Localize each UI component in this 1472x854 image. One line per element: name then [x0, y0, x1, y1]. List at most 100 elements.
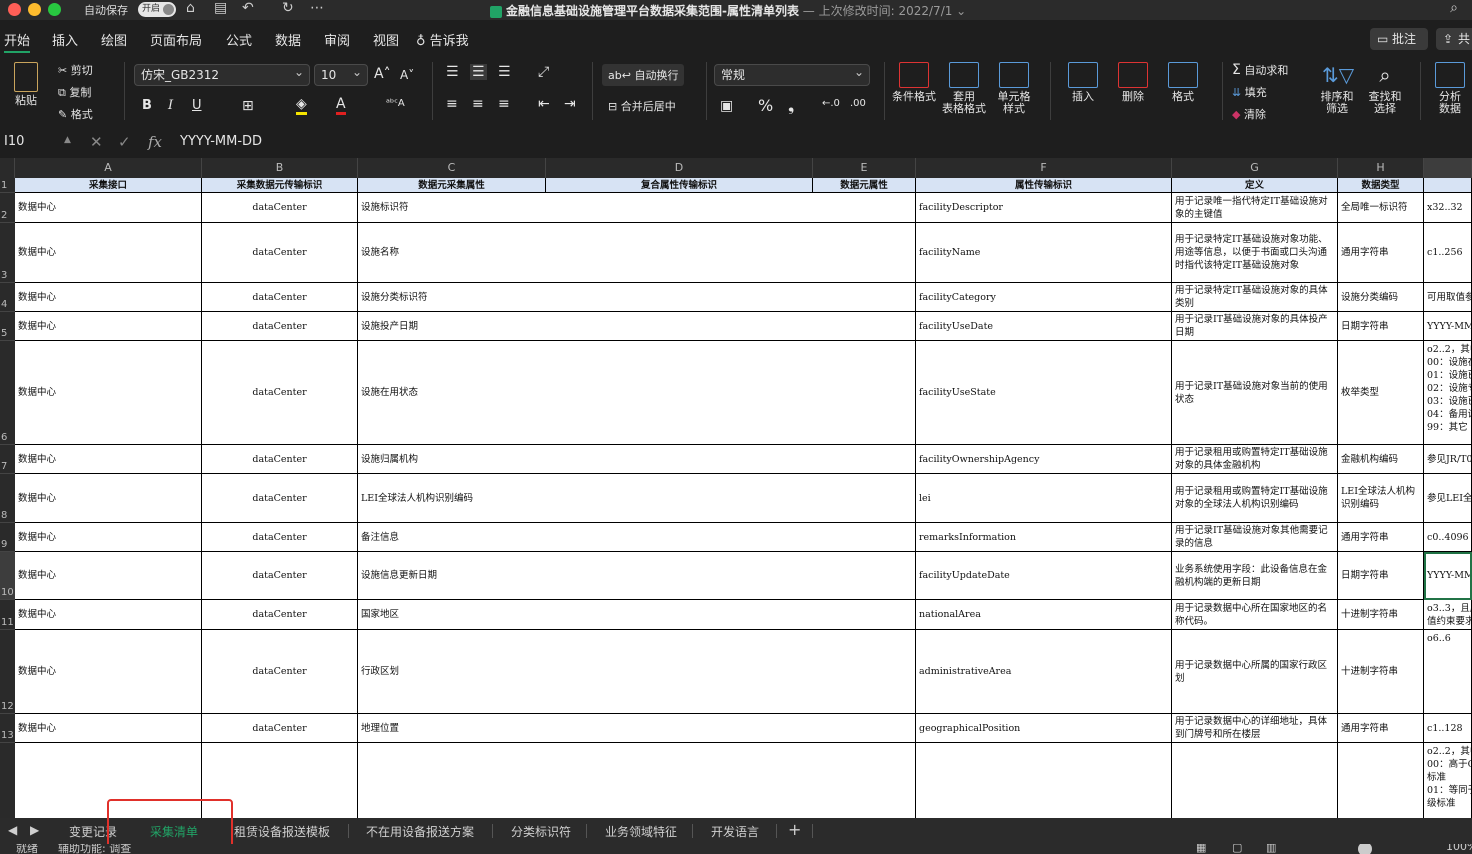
- format-as-table-button[interactable]: 套用 表格格式: [940, 62, 988, 115]
- increase-font-icon[interactable]: A˄: [374, 66, 391, 82]
- cell-f[interactable]: facilityCategory: [916, 283, 1172, 312]
- formula-input[interactable]: YYYY-MM-DD: [180, 131, 262, 153]
- select-all-corner[interactable]: [0, 158, 15, 178]
- column-header[interactable]: G: [1172, 158, 1338, 178]
- align-right-icon[interactable]: ≡: [498, 96, 510, 112]
- header-cell[interactable]: 数据元采集属性: [358, 178, 546, 193]
- number-format-select[interactable]: 常规: [714, 62, 870, 86]
- cell-f[interactable]: administrativeArea: [916, 630, 1172, 714]
- cell-h[interactable]: 金融机构编码: [1338, 445, 1424, 474]
- accessibility-status[interactable]: 辅助功能: 调查: [58, 844, 131, 854]
- cell-g[interactable]: 用于记录特定IT基础设施对象功能、用途等信息，以便于书面或口头沟通时指代该特定I…: [1172, 223, 1338, 283]
- cell-h[interactable]: 通用字符串: [1338, 714, 1424, 743]
- cut-button[interactable]: ✂ 剪切: [58, 62, 93, 78]
- header-cell[interactable]: 复合属性传输标识: [546, 178, 813, 193]
- percent-button[interactable]: %: [758, 96, 773, 115]
- tab-insert[interactable]: 插入: [52, 30, 78, 49]
- cell-a[interactable]: 数据中心: [15, 630, 202, 714]
- insert-cells-button[interactable]: 插入: [1060, 62, 1106, 103]
- row-header[interactable]: [0, 743, 15, 818]
- row-header[interactable]: 4: [0, 283, 15, 312]
- cell-b[interactable]: dataCenter: [202, 552, 358, 600]
- column-header[interactable]: F: [916, 158, 1172, 178]
- cell-c[interactable]: 设施分类标识符: [358, 283, 916, 312]
- cell-f[interactable]: facilityName: [916, 223, 1172, 283]
- align-top-icon[interactable]: ☰: [446, 64, 459, 80]
- cell-a[interactable]: 数据中心: [15, 600, 202, 630]
- cell-g[interactable]: 用于记录数据中心的详细地址，具体到门牌号和所在楼层: [1172, 714, 1338, 743]
- minimize-window-button[interactable]: [28, 3, 41, 16]
- sheet-tab-unused-devices[interactable]: 不在用设备报送方案: [366, 823, 474, 840]
- cell-f[interactable]: geographicalPosition: [916, 714, 1172, 743]
- cell-g[interactable]: 用于记录租用或购置特定IT基础设施对象的全球法人机构识别编码: [1172, 474, 1338, 523]
- cell-f[interactable]: facilityUseState: [916, 341, 1172, 445]
- cell-a[interactable]: 数据中心: [15, 552, 202, 600]
- function-button[interactable]: fx: [148, 131, 162, 153]
- fill-color-icon[interactable]: ◈: [296, 96, 307, 115]
- row-header[interactable]: 2: [0, 193, 15, 223]
- cell-i[interactable]: c1..256: [1424, 223, 1472, 283]
- confirm-icon[interactable]: ✓: [118, 131, 131, 153]
- sheet-tab-business-domain[interactable]: 业务领域特征: [605, 823, 677, 840]
- cell-i[interactable]: 参见JR/T0: [1424, 445, 1472, 474]
- cell-c[interactable]: [358, 743, 916, 818]
- cell-c[interactable]: 行政区划: [358, 630, 916, 714]
- row-header[interactable]: 3: [0, 223, 15, 283]
- bold-button[interactable]: B: [142, 98, 152, 113]
- cell-a[interactable]: 数据中心: [15, 283, 202, 312]
- next-sheet-icon[interactable]: ▶: [30, 823, 39, 837]
- cell-i[interactable]: 可用取值参: [1424, 283, 1472, 312]
- align-left-icon[interactable]: ≡: [446, 96, 458, 112]
- decrease-indent-icon[interactable]: ⇤: [538, 96, 550, 112]
- increase-indent-icon[interactable]: ⇥: [564, 96, 576, 112]
- cell-a[interactable]: 数据中心: [15, 523, 202, 552]
- align-center-icon[interactable]: ≡: [472, 96, 484, 112]
- row-header[interactable]: 1: [0, 178, 15, 193]
- cell-c[interactable]: LEI全球法人机构识别编码: [358, 474, 916, 523]
- cell-i[interactable]: x32..32: [1424, 193, 1472, 223]
- cell-h[interactable]: 日期字符串: [1338, 552, 1424, 600]
- sheet-tab-lease-template[interactable]: 租赁设备报送模板: [234, 823, 330, 840]
- cell-i[interactable]: o2..2，其中 00：高于C 标准 01：等同于 级标准: [1424, 743, 1472, 818]
- cell-c[interactable]: 设施信息更新日期: [358, 552, 916, 600]
- cell-g[interactable]: 用于记录IT基础设施对象当前的使用状态: [1172, 341, 1338, 445]
- comments-button[interactable]: ▭ 批注: [1370, 28, 1428, 50]
- cancel-icon[interactable]: ✕: [90, 131, 103, 153]
- home-icon[interactable]: ⌂: [186, 0, 195, 16]
- column-header[interactable]: A: [15, 158, 202, 178]
- maximize-window-button[interactable]: [48, 3, 61, 16]
- cell-b[interactable]: dataCenter: [202, 312, 358, 341]
- add-sheet-button[interactable]: +: [788, 820, 801, 839]
- autosave-toggle[interactable]: 开启: [138, 2, 176, 17]
- borders-icon[interactable]: ⊞: [242, 98, 254, 114]
- increase-decimal-icon[interactable]: ←.0: [822, 98, 840, 109]
- cell-h[interactable]: 十进制字符串: [1338, 600, 1424, 630]
- cell-b[interactable]: dataCenter: [202, 714, 358, 743]
- cell-h[interactable]: 通用字符串: [1338, 523, 1424, 552]
- cell-a[interactable]: 数据中心: [15, 341, 202, 445]
- header-cell[interactable]: 采集数据元传输标识: [202, 178, 358, 193]
- cell-c[interactable]: 设施在用状态: [358, 341, 916, 445]
- tab-home[interactable]: 开始: [4, 30, 31, 53]
- cell-g[interactable]: 用于记录唯一指代特定IT基础设施对象的主键值: [1172, 193, 1338, 223]
- row-header[interactable]: 7: [0, 445, 15, 474]
- orientation-icon[interactable]: ⤢: [538, 64, 549, 80]
- sheet-tab-dev-language[interactable]: 开发语言: [711, 823, 759, 840]
- cell-i[interactable]: o3..3，且应 值约束要求: [1424, 600, 1472, 630]
- fill-button[interactable]: ⇊ 填充: [1232, 84, 1267, 100]
- tab-page-layout[interactable]: 页面布局: [150, 30, 202, 49]
- cell-a[interactable]: 数据中心: [15, 714, 202, 743]
- cell-f[interactable]: facilityUseDate: [916, 312, 1172, 341]
- tab-tell-me[interactable]: ♁ 告诉我: [416, 30, 469, 49]
- row-header[interactable]: 10: [0, 552, 15, 600]
- row-header[interactable]: 6: [0, 341, 15, 445]
- column-header[interactable]: B: [202, 158, 358, 178]
- cell-styles-button[interactable]: 单元格 样式: [992, 62, 1036, 115]
- italic-button[interactable]: I: [168, 98, 173, 113]
- align-bottom-icon[interactable]: ☰: [498, 64, 511, 80]
- cell-i[interactable]: YYYY-MM: [1424, 312, 1472, 341]
- row-header[interactable]: 13: [0, 714, 15, 743]
- header-cell[interactable]: 采集接口: [15, 178, 202, 193]
- decrease-font-icon[interactable]: A˅: [400, 68, 414, 82]
- currency-icon[interactable]: ▣: [720, 98, 733, 114]
